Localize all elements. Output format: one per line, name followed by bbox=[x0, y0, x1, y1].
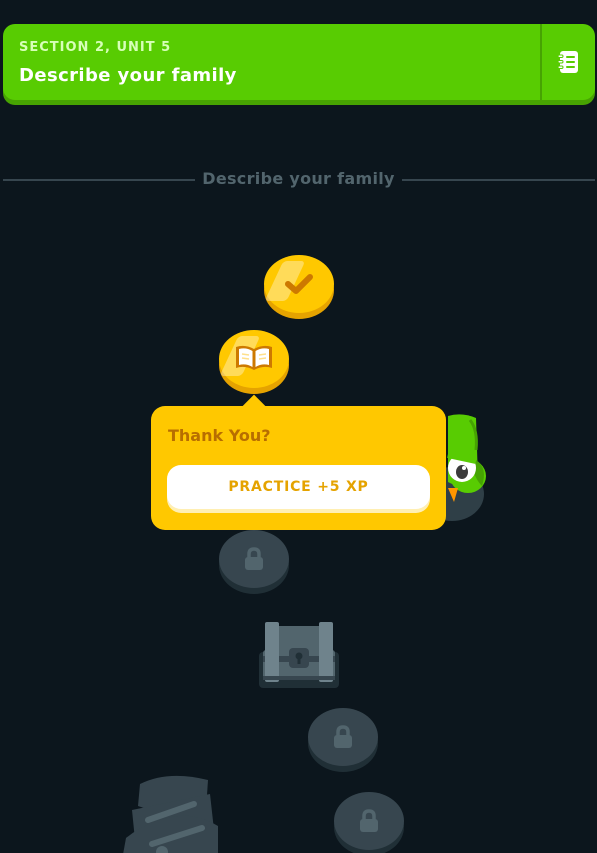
unit-divider-label: Describe your family bbox=[202, 169, 395, 188]
unit-title: Describe your family bbox=[19, 65, 237, 86]
treasure-chest-icon[interactable] bbox=[259, 618, 339, 690]
lesson-node-locked[interactable] bbox=[219, 530, 289, 588]
lesson-node-locked[interactable] bbox=[334, 792, 404, 850]
popover-title: Thank You? bbox=[168, 426, 271, 445]
lesson-node-locked[interactable] bbox=[308, 708, 378, 766]
unit-header: SECTION 2, UNIT 5 Describe your family bbox=[3, 24, 595, 100]
practice-popover: Thank You? PRACTICE +5 XP bbox=[151, 394, 446, 530]
practice-button[interactable]: PRACTICE +5 XP bbox=[167, 465, 430, 509]
learn-path-page: SECTION 2, UNIT 5 Describe your family D… bbox=[0, 0, 597, 853]
notebook-icon bbox=[557, 51, 578, 73]
unit-section-label: SECTION 2, UNIT 5 bbox=[19, 40, 172, 55]
guidebook-button[interactable] bbox=[540, 24, 595, 100]
trophy-icon[interactable] bbox=[118, 770, 222, 853]
lock-icon bbox=[360, 809, 378, 832]
book-icon bbox=[236, 345, 272, 370]
lesson-node-story[interactable] bbox=[219, 330, 289, 388]
popover-arrow bbox=[242, 394, 266, 418]
lock-icon bbox=[334, 725, 352, 748]
lesson-node-completed[interactable] bbox=[264, 255, 334, 313]
check-icon bbox=[285, 274, 313, 294]
lock-icon bbox=[245, 547, 263, 570]
